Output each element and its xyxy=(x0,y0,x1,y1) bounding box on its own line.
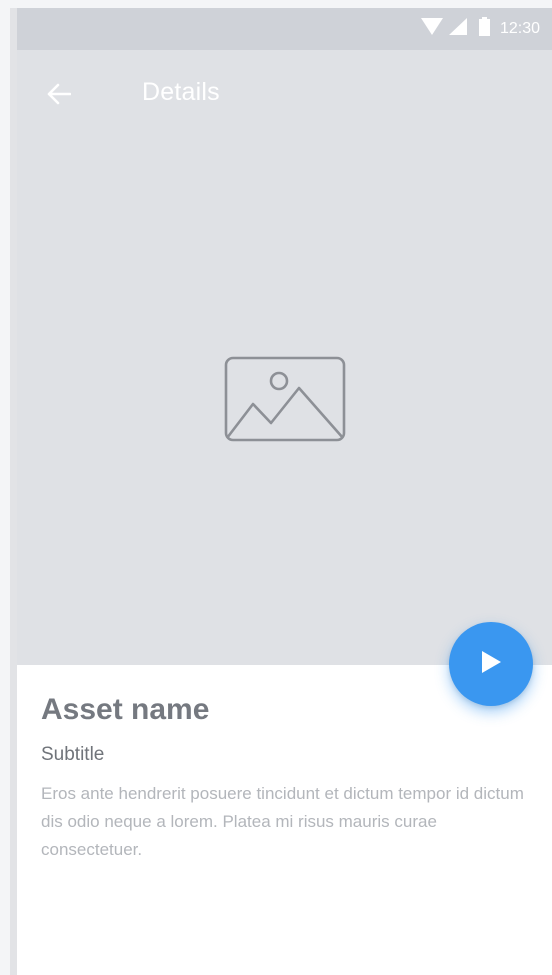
wifi-icon xyxy=(420,18,443,40)
screen-edge xyxy=(10,8,17,975)
arrow-left-icon xyxy=(47,83,72,110)
status-bar: 12:30 xyxy=(17,8,552,50)
back-button[interactable] xyxy=(39,76,79,116)
page-title: Details xyxy=(142,78,220,106)
phone-screen: 12:30 Details Asset name Subtitle Eros a… xyxy=(17,8,552,975)
signal-icon xyxy=(448,18,467,40)
image-placeholder-icon xyxy=(224,356,346,442)
hero-image-area: Details xyxy=(17,50,552,665)
battery-icon xyxy=(478,17,490,41)
asset-details: Asset name Subtitle Eros ante hendrerit … xyxy=(41,692,541,864)
status-icons: 12:30 xyxy=(420,8,540,50)
play-icon xyxy=(480,650,502,679)
asset-description: Eros ante hendrerit posuere tincidunt et… xyxy=(41,783,524,859)
asset-name: Asset name xyxy=(41,693,210,726)
status-time: 12:30 xyxy=(499,20,540,37)
asset-subtitle: Subtitle xyxy=(41,744,105,765)
app-bar: Details xyxy=(17,50,552,138)
